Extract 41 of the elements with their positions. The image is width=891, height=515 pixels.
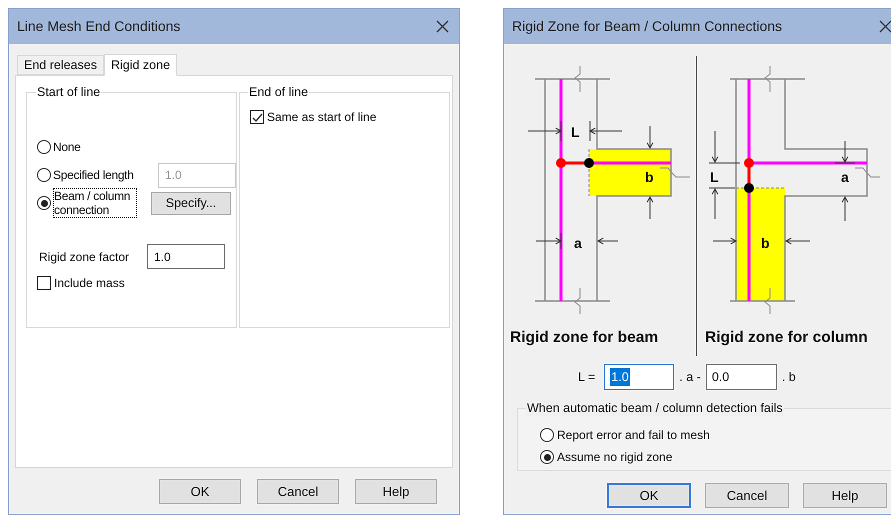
formula-text: . a - [679,368,701,386]
radio-button[interactable] [540,428,554,442]
radio-label: Assume no rigid zone [557,449,672,466]
dialog-button[interactable]: OK [159,479,241,504]
dimension-label: a [841,169,849,185]
dialog-button[interactable]: OK [607,483,691,508]
dimension-label: L [571,124,580,140]
dialog-button[interactable]: Help [803,483,887,508]
radio-button[interactable] [540,450,554,464]
dimension-label: b [761,235,770,251]
l-factor-field[interactable]: 1.0 [604,364,674,390]
window-title: Line Mesh End Conditions [17,17,180,36]
checkbox[interactable] [37,276,51,290]
specify-button[interactable]: Specify... [151,192,231,214]
close-icon[interactable] [879,20,891,33]
window-title: Rigid Zone for Beam / Column Connections [512,17,782,36]
tab[interactable]: Rigid zone [104,54,178,76]
close-icon[interactable] [436,20,449,33]
field-label: Rigid zone factor [38,248,130,266]
radio-label: None [53,139,82,156]
dimension-label: L [710,169,719,185]
radio-label: Specified length [53,167,135,184]
factor-field[interactable]: 1.0 [147,244,225,269]
tab[interactable]: End releases [17,55,104,75]
dimension-label: a [574,235,582,251]
b-factor-field[interactable]: 0.0 [706,364,777,390]
formula-text: L = [578,368,596,386]
radio-label: Beam / column connection [53,188,137,218]
radio-label: Report error and fail to mesh [557,427,710,444]
radio-button[interactable] [37,196,51,210]
dialog-button[interactable]: Cancel [257,479,339,504]
checkbox-label: Include mass [54,275,125,292]
dimension-label: b [645,169,654,185]
diagram-caption: Rigid zone for column [705,328,869,348]
diagram-caption: Rigid zone for beam [510,328,660,348]
checkbox[interactable] [250,110,264,124]
checkbox-label: Same as start of line [267,109,376,126]
formula-text: . b [782,368,796,386]
dialog-button[interactable]: Help [355,479,437,504]
dialog-button[interactable]: Cancel [705,483,789,508]
radio-button[interactable] [37,140,51,154]
